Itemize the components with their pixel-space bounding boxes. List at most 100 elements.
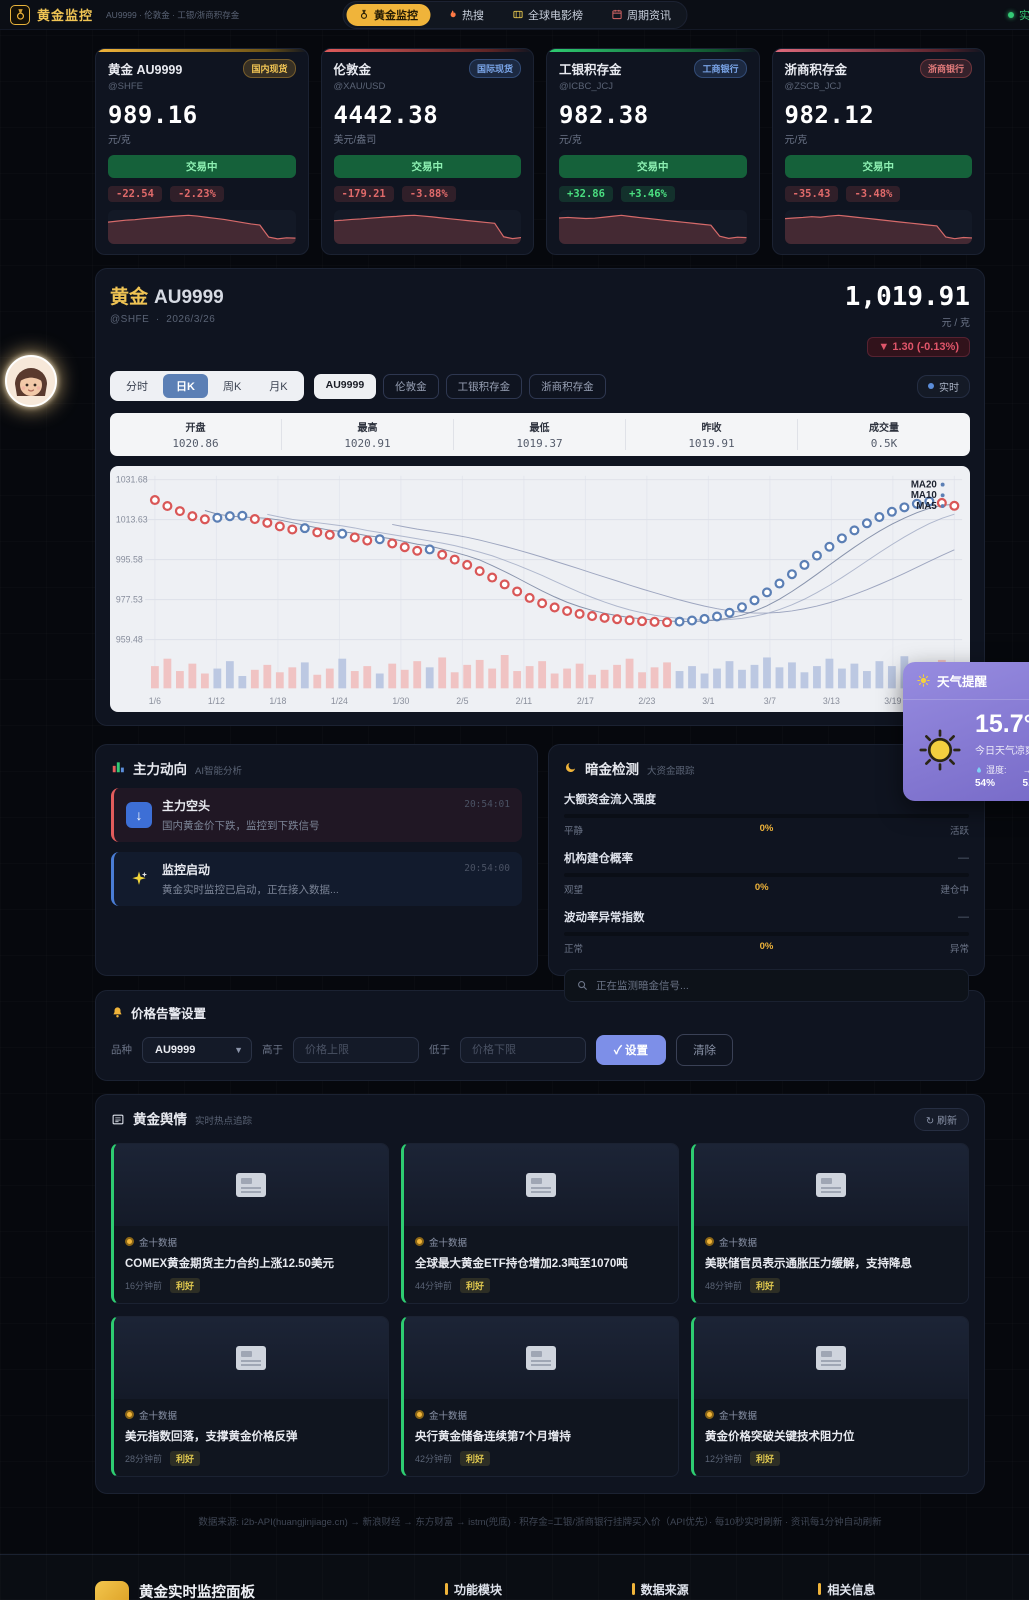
news-item[interactable]: 金十数据 全球最大黄金ETF持仓增加2.3吨至1070吨 44分钟前利好 [401, 1143, 679, 1304]
price-card-icbc-gold[interactable]: 工银积存金 @ICBC_JCJ 工商银行 982.38 元/克 交易中 +32.… [546, 48, 760, 255]
svg-text:1013.63: 1013.63 [116, 515, 148, 525]
tab-symbol-london[interactable]: 伦敦金 [383, 374, 439, 399]
above-label: 高于 [262, 1042, 283, 1057]
tab-timeframe-monthly[interactable]: 月K [256, 374, 300, 398]
svg-text:2/17: 2/17 [577, 696, 594, 706]
price-alert-card: 价格告警设置 品种 AU9999 ▼ 高于 低于 ✓ 设置 清除 [95, 990, 985, 1081]
price-cards-row: 黄金 AU9999 @SHFE 国内现货 989.16 元/克 交易中 -22.… [95, 48, 985, 255]
svg-text:1/12: 1/12 [208, 696, 225, 706]
news-item[interactable]: 金十数据 央行黄金储备连续第7个月增持 42分钟前利好 [401, 1316, 679, 1477]
news-time: 12分钟前 [705, 1452, 742, 1465]
live-dot-icon [1008, 12, 1014, 18]
news-item[interactable]: 金十数据 黄金价格突破关键技术阻力位 12分钟前利好 [691, 1316, 969, 1477]
svg-text:977.53: 977.53 [116, 595, 143, 605]
svg-text:2/11: 2/11 [516, 696, 533, 706]
news-item[interactable]: 金十数据 美联储官员表示通胀压力缓解，支持降息 48分钟前利好 [691, 1143, 969, 1304]
tab-timeframe-minute[interactable]: 分时 [113, 374, 161, 398]
panel-subtitle: 大资金跟踪 [647, 763, 695, 777]
ohlc-volume-value: 0.5K [798, 437, 970, 450]
card-badge: 浙商银行 [920, 59, 972, 78]
news-item[interactable]: 金十数据 COMEX黄金期货主力合约上涨12.50美元 16分钟前利好 [111, 1143, 389, 1304]
news-headline: COMEX黄金期货主力合约上涨12.50美元 [125, 1255, 377, 1271]
card-sparkline [559, 210, 747, 244]
footer-title: 黄金实时监控面板 [139, 1581, 312, 1600]
clear-alert-button[interactable]: 清除 [676, 1034, 733, 1066]
ohlc-bar: 开盘1020.86 最高1020.91 最低1019.37 昨收1019.91 … [110, 413, 970, 456]
svg-text:1/18: 1/18 [269, 696, 286, 706]
trading-status-badge: 交易中 [334, 155, 522, 178]
news-title: 黄金舆情 [133, 1108, 187, 1128]
news-item[interactable]: 金十数据 美元指数回落，支撑黄金价格反弹 28分钟前利好 [111, 1316, 389, 1477]
girl-avatar-icon [7, 357, 55, 405]
change-percent: -3.48% [846, 186, 900, 202]
alert-symbol-select[interactable]: AU9999 [142, 1037, 252, 1063]
card-sparkline [334, 210, 522, 244]
price-unit: 元 / 克 [845, 314, 970, 329]
footer-brand: 黄金实时监控面板 GOLD MONITOR DASHBOARD V3 专业的黄金… [95, 1581, 425, 1600]
price-chart[interactable]: 1/61/121/181/241/302/52/112/172/233/13/7… [110, 466, 970, 712]
chart-exchange: @SHFE [110, 314, 149, 325]
droplet-icon [975, 765, 983, 775]
svg-text:MA20: MA20 [911, 479, 938, 490]
change-percent: +3.46% [621, 186, 675, 202]
symbol-label: 品种 [111, 1042, 132, 1057]
change-percent: -2.23% [170, 186, 224, 202]
nav-menu: 黄金监控 热搜 全球电影榜 周期资讯 [342, 1, 687, 29]
price-card-au9999[interactable]: 黄金 AU9999 @SHFE 国内现货 989.16 元/克 交易中 -22.… [95, 48, 309, 255]
ohlc-low-value: 1019.37 [454, 437, 625, 450]
price-card-zscb-gold[interactable]: 浙商积存金 @ZSCB_JCJ 浙商银行 982.12 元/克 交易中 -35.… [772, 48, 986, 255]
news-thumbnail [694, 1144, 968, 1226]
symbol-tabs: AU9999 伦敦金 工银积存金 浙商积存金 [314, 374, 606, 399]
set-alert-button[interactable]: ✓ 设置 [596, 1035, 666, 1065]
upper-limit-input[interactable] [293, 1037, 419, 1063]
svg-text:1/6: 1/6 [149, 696, 161, 706]
progress-bar [564, 932, 969, 936]
article-placeholder-icon [524, 1171, 558, 1199]
tab-symbol-icbc[interactable]: 工银积存金 [446, 374, 523, 399]
article-placeholder-icon [234, 1171, 268, 1199]
progress-bar [564, 814, 969, 818]
news-grid: 金十数据 COMEX黄金期货主力合约上涨12.50美元 16分钟前利好 金十数据… [111, 1143, 969, 1477]
nav-item-gold-monitor[interactable]: 黄金监控 [346, 4, 430, 26]
refresh-button[interactable]: ↻ 刷新 [914, 1108, 969, 1131]
price-change-badge: ▼ 1.30 (-0.13%) [867, 337, 970, 357]
wind-value: 5.3m/s [1023, 778, 1029, 789]
live-badge: 实时 [917, 375, 970, 398]
news-source: 金十数据 [429, 1408, 467, 1422]
temperature: 15.7°C [975, 710, 1029, 739]
nav-item-hot-search[interactable]: 热搜 [434, 4, 496, 26]
news-source: 金十数据 [139, 1408, 177, 1422]
source-coin-icon [415, 1410, 424, 1419]
news-time: 16分钟前 [125, 1279, 162, 1292]
card-unit: 元/克 [108, 131, 296, 146]
panel-subtitle: AI智能分析 [195, 763, 242, 777]
signal-item-bearish[interactable]: ↓ 主力空头 国内黄金价下跌，监控到下跌信号 20:54:01 [111, 788, 522, 842]
news-time: 44分钟前 [415, 1279, 452, 1292]
moon-icon [564, 761, 577, 774]
app-logo: 黄金监控 AU9999 · 伦敦金 · 工银/浙商积存金 [10, 5, 239, 25]
assistant-avatar[interactable] [5, 355, 57, 407]
bell-icon [111, 1006, 124, 1019]
search-icon [577, 980, 588, 991]
nav-item-movie-rank[interactable]: 全球电影榜 [500, 4, 595, 26]
current-price: 1,019.91 [845, 282, 970, 312]
price-card-london-gold[interactable]: 伦敦金 @XAU/USD 国际现货 4442.38 美元/盎司 交易中 -179… [321, 48, 535, 255]
card-title: 浙商积存金 [785, 59, 848, 78]
tab-symbol-au9999[interactable]: AU9999 [314, 374, 377, 399]
card-sparkline [108, 210, 296, 244]
news-headline: 黄金价格突破关键技术阻力位 [705, 1428, 957, 1444]
nav-item-period-news[interactable]: 周期资讯 [599, 4, 683, 26]
signal-item-startup[interactable]: 监控启动 黄金实时监控已启动，正在接入数据... 20:54:00 [111, 852, 522, 906]
newspaper-icon [111, 1113, 125, 1126]
meter-volatility: 波动率异常指数 — 正常 0% 异常 [564, 909, 969, 955]
lower-limit-input[interactable] [460, 1037, 586, 1063]
tab-timeframe-weekly[interactable]: 周K [210, 374, 254, 398]
weather-desc: 今日天气凉爽，适 [975, 742, 1029, 757]
card-sparkline [785, 210, 973, 244]
svg-text:2/5: 2/5 [456, 696, 468, 706]
news-headline: 全球最大黄金ETF持仓增加2.3吨至1070吨 [415, 1255, 667, 1271]
news-thumbnail [114, 1144, 388, 1226]
tab-timeframe-daily[interactable]: 日K [163, 374, 208, 398]
timeframe-tabs: 分时 日K 周K 月K [110, 371, 304, 401]
tab-symbol-zscb[interactable]: 浙商积存金 [529, 374, 606, 399]
